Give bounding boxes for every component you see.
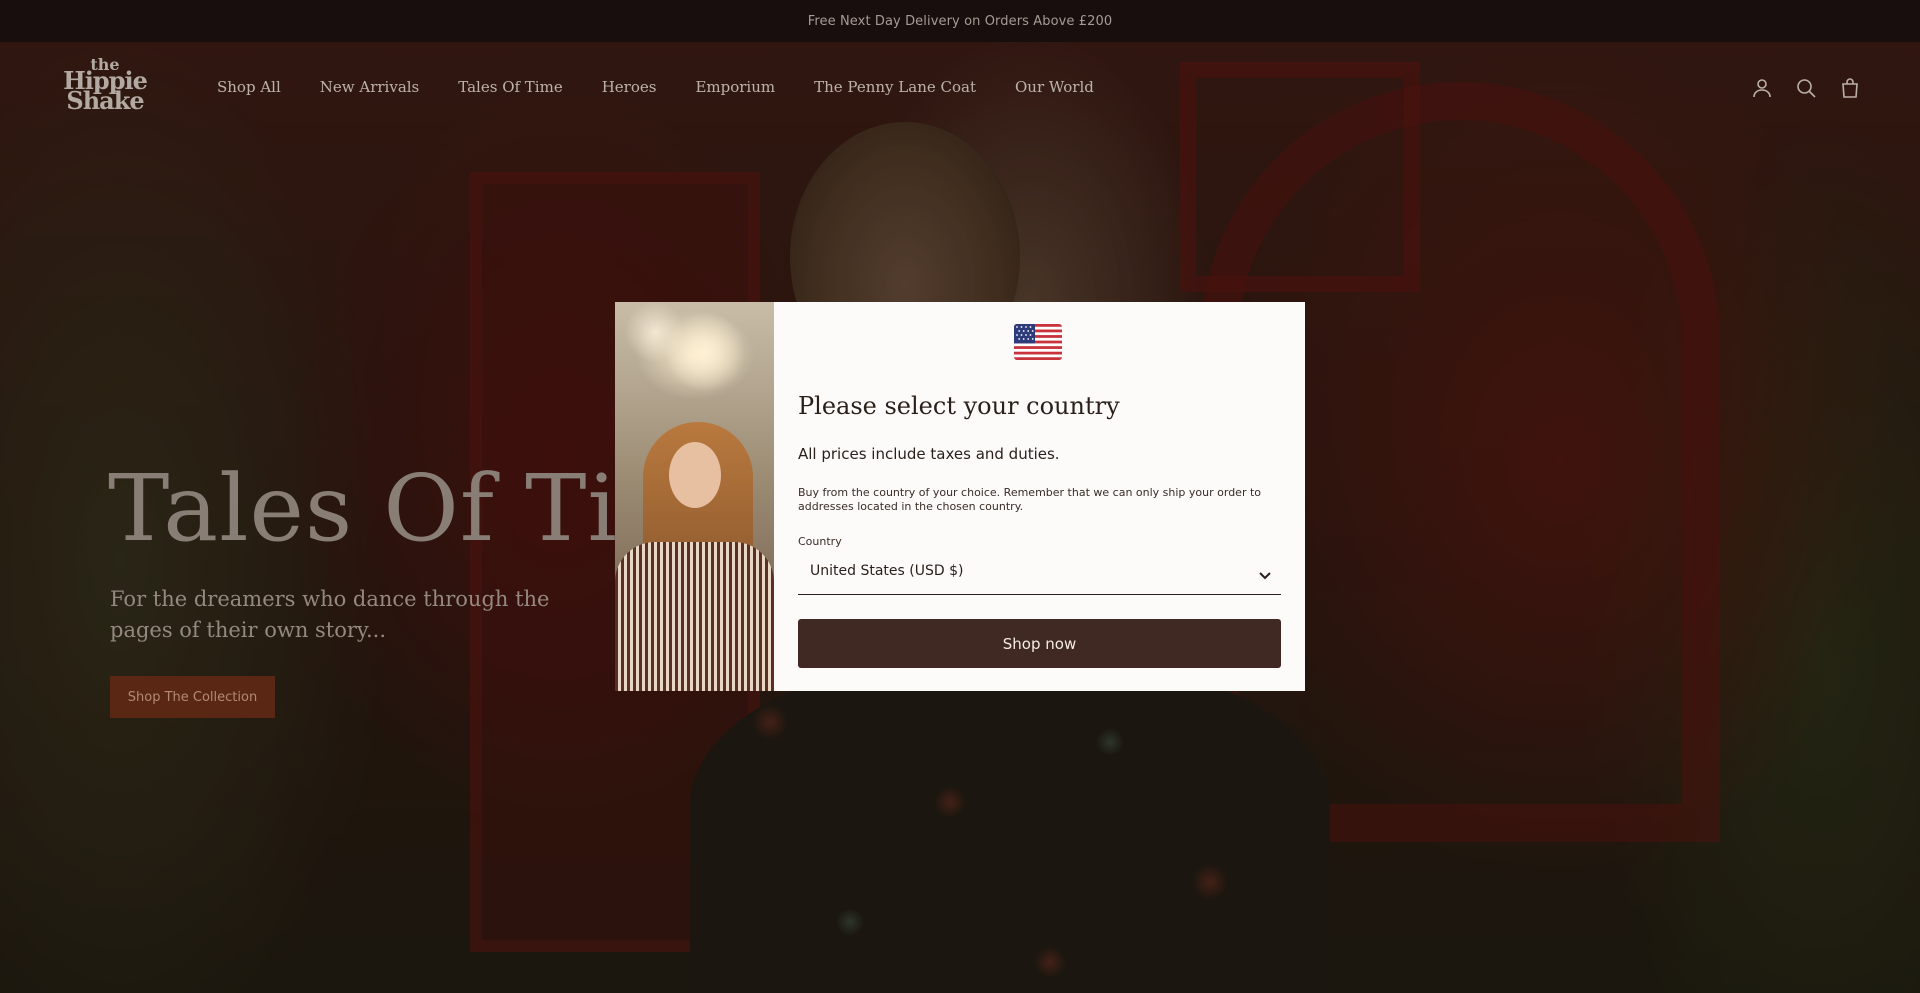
us-flag-icon: [1014, 324, 1062, 360]
modal-shipping-note: Buy from the country of your choice. Rem…: [798, 486, 1262, 513]
chandelier-decor: [635, 310, 755, 400]
modal-tax-note: All prices include taxes and duties.: [798, 445, 1060, 463]
model-shirt-decor: [615, 542, 774, 691]
shop-now-button[interactable]: Shop now: [798, 619, 1281, 668]
modal-title: Please select your country: [798, 392, 1120, 420]
country-select-value: United States (USD $): [810, 563, 964, 579]
modal-body: Please select your country All prices in…: [774, 302, 1305, 691]
modal-photo: [615, 302, 774, 691]
model-face-decor: [669, 442, 721, 508]
country-select-modal: Please select your country All prices in…: [615, 302, 1305, 691]
country-label: Country: [798, 535, 842, 548]
country-select[interactable]: United States (USD $): [798, 555, 1281, 595]
chevron-down-icon: [1259, 572, 1271, 580]
